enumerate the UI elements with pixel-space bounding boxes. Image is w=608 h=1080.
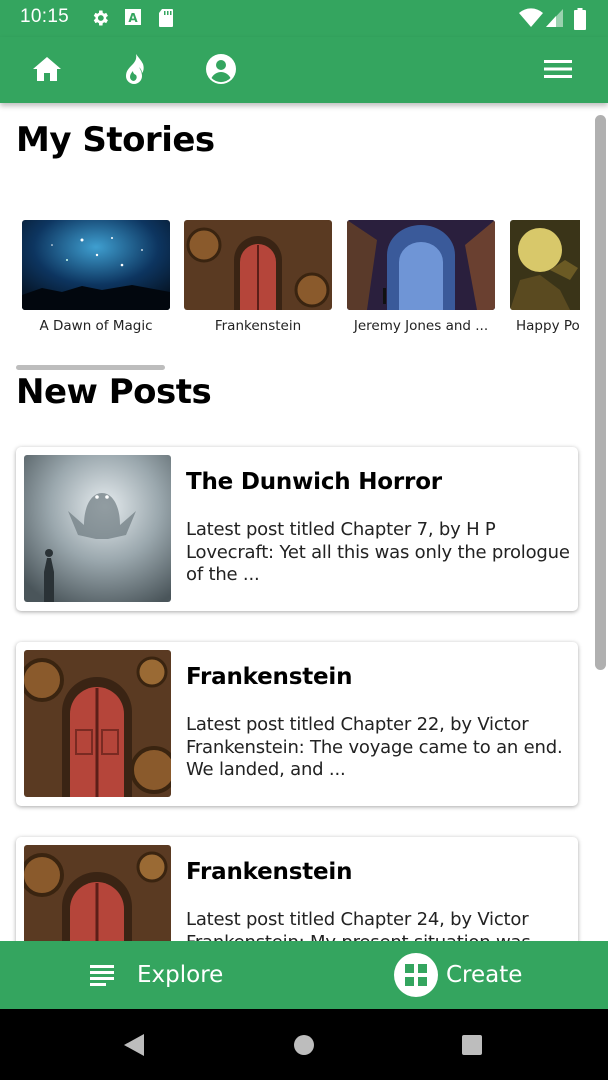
a-box-icon: A xyxy=(124,8,144,28)
signal-icon xyxy=(546,8,566,28)
story-thumbnail xyxy=(184,220,332,310)
story-thumbnail xyxy=(510,220,580,310)
explore-button[interactable]: Explore xyxy=(90,941,223,1009)
my-stories-heading: My Stories xyxy=(16,120,215,160)
svg-text:A: A xyxy=(128,11,138,25)
battery-icon xyxy=(574,8,586,30)
story-card[interactable]: A Dawn of Magic xyxy=(22,220,170,334)
post-thumbnail xyxy=(24,650,171,797)
list-icon xyxy=(90,964,114,986)
story-title: Frankenstein xyxy=(214,318,302,334)
status-time: 10:15 xyxy=(20,6,70,27)
main-content[interactable]: My Stories A Dawn of Magic Frankenstein … xyxy=(0,103,608,941)
story-title: Happy Po xyxy=(516,318,580,334)
post-title: Frankenstein xyxy=(186,664,353,690)
story-card[interactable]: Frankenstein xyxy=(184,220,332,334)
story-title: Jeremy Jones and ... xyxy=(353,318,489,334)
post-card[interactable]: Frankenstein Latest post titled Chapter … xyxy=(16,642,578,806)
back-icon[interactable] xyxy=(123,1033,145,1061)
menu-icon[interactable] xyxy=(542,53,574,85)
post-thumbnail xyxy=(24,455,171,602)
profile-icon[interactable] xyxy=(205,53,237,85)
app-bar xyxy=(0,37,608,103)
story-card[interactable]: Happy Po xyxy=(510,220,580,334)
fire-icon[interactable] xyxy=(118,53,150,85)
post-title: The Dunwich Horror xyxy=(186,469,442,495)
bottom-bar: Explore Create xyxy=(0,941,608,1009)
story-thumbnail xyxy=(22,220,170,310)
post-title: Frankenstein xyxy=(186,859,353,885)
stories-carousel[interactable]: A Dawn of Magic Frankenstein Jeremy Jone… xyxy=(0,220,580,340)
post-description: Latest post titled Chapter 24, by Victor… xyxy=(186,909,531,941)
wifi-icon xyxy=(518,8,544,28)
story-title: A Dawn of Magic xyxy=(39,318,153,334)
create-button[interactable]: Create xyxy=(394,941,522,1009)
post-card[interactable]: Frankenstein Latest post titled Chapter … xyxy=(16,837,578,941)
home-circle-icon[interactable] xyxy=(293,1034,315,1060)
create-label: Create xyxy=(446,962,523,988)
recents-icon[interactable] xyxy=(461,1034,483,1060)
story-thumbnail xyxy=(347,220,495,310)
home-icon[interactable] xyxy=(31,53,63,85)
new-posts-heading: New Posts xyxy=(16,372,212,412)
gear-icon xyxy=(90,8,110,28)
post-description: Latest post titled Chapter 22, by Victor… xyxy=(186,714,563,780)
system-nav-bar xyxy=(0,1009,608,1080)
vertical-scrollbar[interactable] xyxy=(595,115,606,670)
horizontal-scrollbar[interactable] xyxy=(16,365,165,370)
sd-card-icon xyxy=(157,8,177,28)
post-card[interactable]: The Dunwich Horror Latest post titled Ch… xyxy=(16,447,578,611)
story-card[interactable]: Jeremy Jones and ... xyxy=(347,220,495,334)
explore-label: Explore xyxy=(137,962,224,988)
post-thumbnail xyxy=(24,845,171,941)
create-icon xyxy=(394,953,438,997)
post-description: Latest post titled Chapter 7, by H P Lov… xyxy=(186,519,570,585)
status-bar: 10:15 A xyxy=(0,0,608,37)
